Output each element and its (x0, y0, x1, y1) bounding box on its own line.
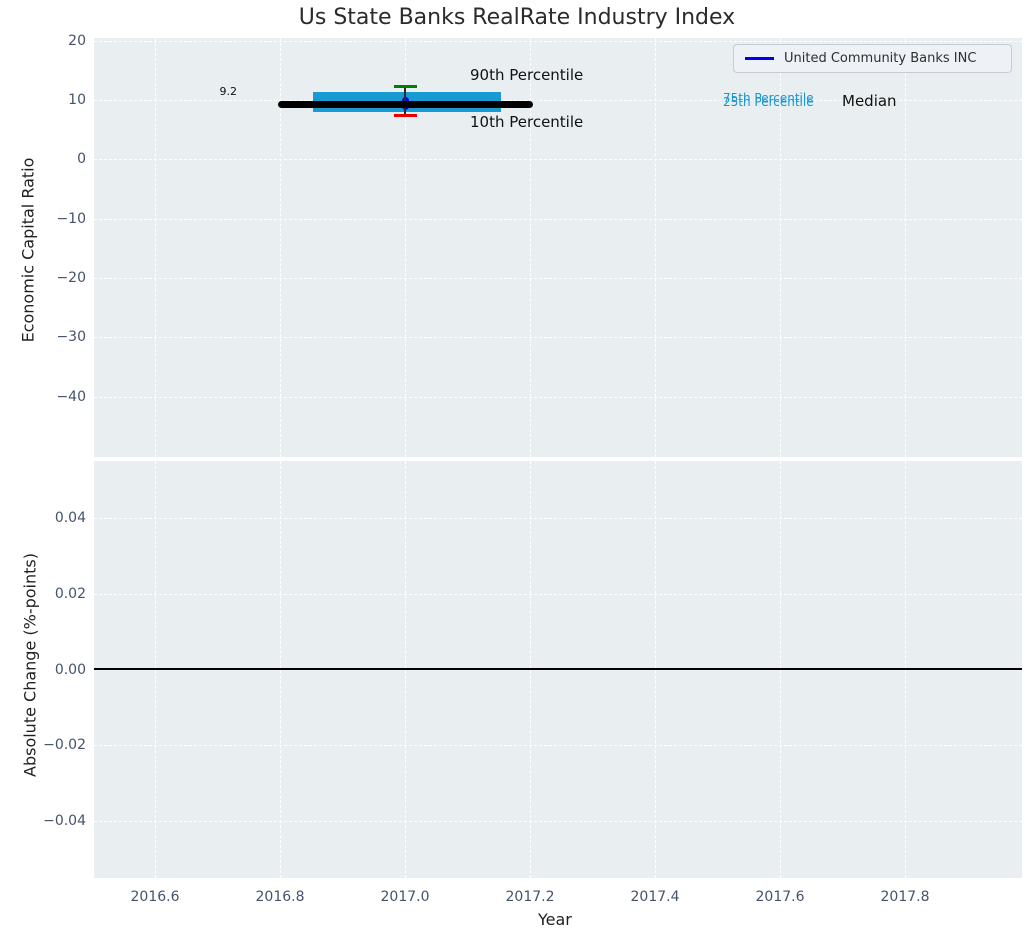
gridline-h (94, 745, 1022, 746)
value-annotation: 9.2 (219, 85, 238, 98)
p90-annotation: 90th Percentile (470, 66, 584, 84)
gridline-h (94, 219, 1022, 220)
xtick-label: 2017.6 (755, 889, 805, 905)
x-axis-label: Year (538, 910, 572, 929)
ytick-label: −40 (56, 389, 86, 405)
ytick-label: −30 (56, 329, 86, 345)
gridline-h (94, 337, 1022, 338)
median-annotation: Median (842, 92, 897, 110)
legend-box: United Community Banks INC (733, 44, 1012, 73)
p90-whisker-cap (394, 85, 417, 89)
ytick-label: −20 (56, 270, 86, 286)
xtick-label: 2016.6 (130, 889, 180, 905)
figure-canvas: Us State Banks RealRate Industry Index 9… (0, 0, 1034, 942)
legend-line-swatch (745, 57, 774, 60)
ytick-label: 0.02 (54, 586, 86, 602)
top-axes: 9.2 90th Percentile 10th Percentile 75th… (94, 38, 1022, 457)
ytick-label: −0.04 (43, 813, 86, 829)
gridline-h (94, 397, 1022, 398)
ytick-label: 0.00 (54, 662, 86, 678)
bottom-y-axis-label: Absolute Change (%-points) (20, 553, 40, 777)
gridline-h (94, 159, 1022, 160)
zero-change-line (94, 668, 1022, 670)
gridline-h (94, 41, 1022, 42)
company-index-line (278, 100, 533, 108)
ytick-label: −10 (56, 211, 86, 227)
ytick-label: 20 (68, 33, 86, 49)
legend-label: United Community Banks INC (784, 51, 977, 66)
ytick-label: 0 (77, 151, 86, 167)
gridline-h (94, 594, 1022, 595)
gridline-h (94, 518, 1022, 519)
ytick-label: −0.02 (43, 737, 86, 753)
xtick-label: 2016.8 (255, 889, 305, 905)
xtick-label: 2017.4 (630, 889, 680, 905)
xtick-label: 2017.2 (505, 889, 555, 905)
p10-annotation: 10th Percentile (470, 113, 584, 131)
gridline-h (94, 278, 1022, 279)
ytick-label: 0.04 (54, 510, 86, 526)
top-y-axis-label: Economic Capital Ratio (18, 157, 38, 343)
chart-title: Us State Banks RealRate Industry Index (298, 5, 736, 30)
bottom-axes (94, 461, 1022, 878)
ytick-label: 10 (68, 92, 86, 108)
p25-annotation: 25th Percentile (723, 94, 814, 109)
xtick-label: 2017.0 (380, 889, 430, 905)
xtick-label: 2017.8 (880, 889, 930, 905)
gridline-h (94, 821, 1022, 822)
p10-whisker-cap (394, 114, 417, 118)
